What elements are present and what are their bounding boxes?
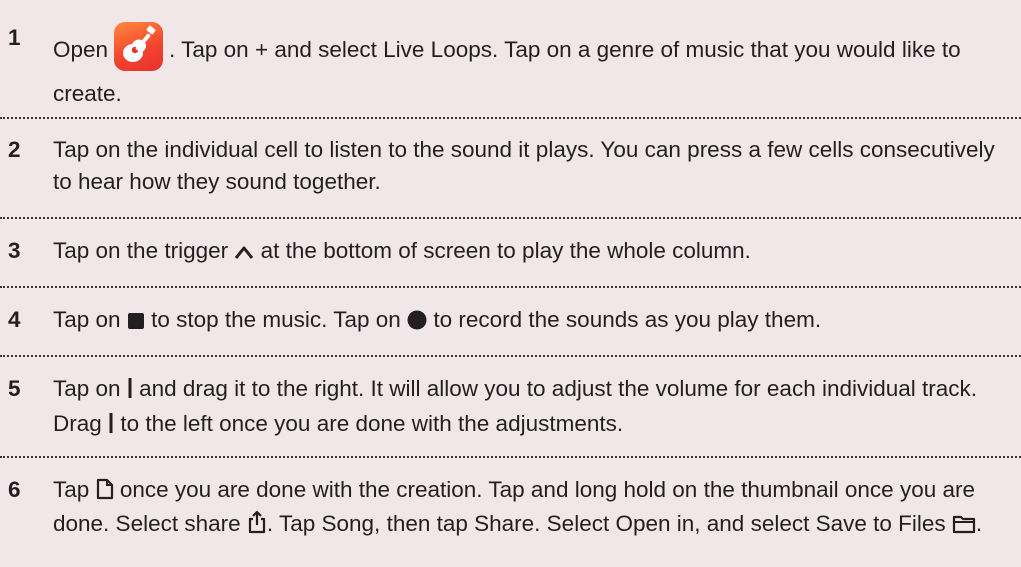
step-text: Tap on the individual cell to listen to … — [53, 137, 995, 194]
dotted-divider — [0, 217, 1021, 219]
share-icon — [247, 510, 267, 542]
step-text-part: Tap on — [53, 307, 121, 332]
step-text: Tap once you are done with the creation.… — [53, 474, 1017, 542]
step-number: 2 — [8, 137, 21, 162]
step-text-part: to stop the music. Tap on — [151, 307, 401, 332]
garageband-guitar-icon — [114, 22, 164, 71]
dotted-divider — [0, 355, 1021, 357]
stop-square-icon — [127, 307, 145, 339]
caret-up-icon — [234, 238, 254, 270]
step-text-part: Open — [53, 37, 109, 62]
document-icon — [96, 477, 114, 508]
step-text-part: . Tap Song, then tap Share. Select Open … — [266, 511, 946, 536]
step-text: Open . Tap on + and select Live Loops. T… — [53, 22, 1017, 116]
folder-icon — [952, 511, 976, 542]
step-text-part: to record the sounds as you play them. — [433, 307, 822, 332]
step-text-part: Tap on the trigger — [53, 238, 229, 263]
divider-bar-icon — [127, 376, 133, 408]
step-text-part: to the left once you are done with the a… — [120, 411, 624, 436]
step-text-part: . Tap on + and select Live Loops. Tap on… — [53, 37, 961, 106]
step-text-part: at the bottom of screen to play the whol… — [260, 238, 751, 263]
step-number: 5 — [8, 376, 21, 401]
divider-bar-icon — [108, 411, 114, 443]
step-number: 6 — [8, 477, 21, 502]
step-text: Tap on to stop the music. Tap on to reco… — [53, 304, 1017, 339]
step-number: 3 — [8, 238, 21, 263]
dotted-divider — [0, 456, 1021, 458]
dotted-divider — [0, 286, 1021, 288]
dotted-divider — [0, 117, 1021, 119]
step-number: 4 — [8, 307, 21, 332]
step-text: Tap on the trigger at the bottom of scre… — [53, 235, 1017, 270]
record-circle-icon — [407, 307, 427, 339]
step-text-part: Tap — [53, 477, 90, 502]
step-text-part: Tap on — [53, 376, 121, 401]
step-number: 1 — [8, 25, 21, 50]
step-text: Tap on and drag it to the right. It will… — [53, 373, 1017, 443]
step-text-part: . — [975, 511, 983, 536]
instruction-document: 1 Open . Tap on + and select Live Loops.… — [0, 0, 1021, 567]
